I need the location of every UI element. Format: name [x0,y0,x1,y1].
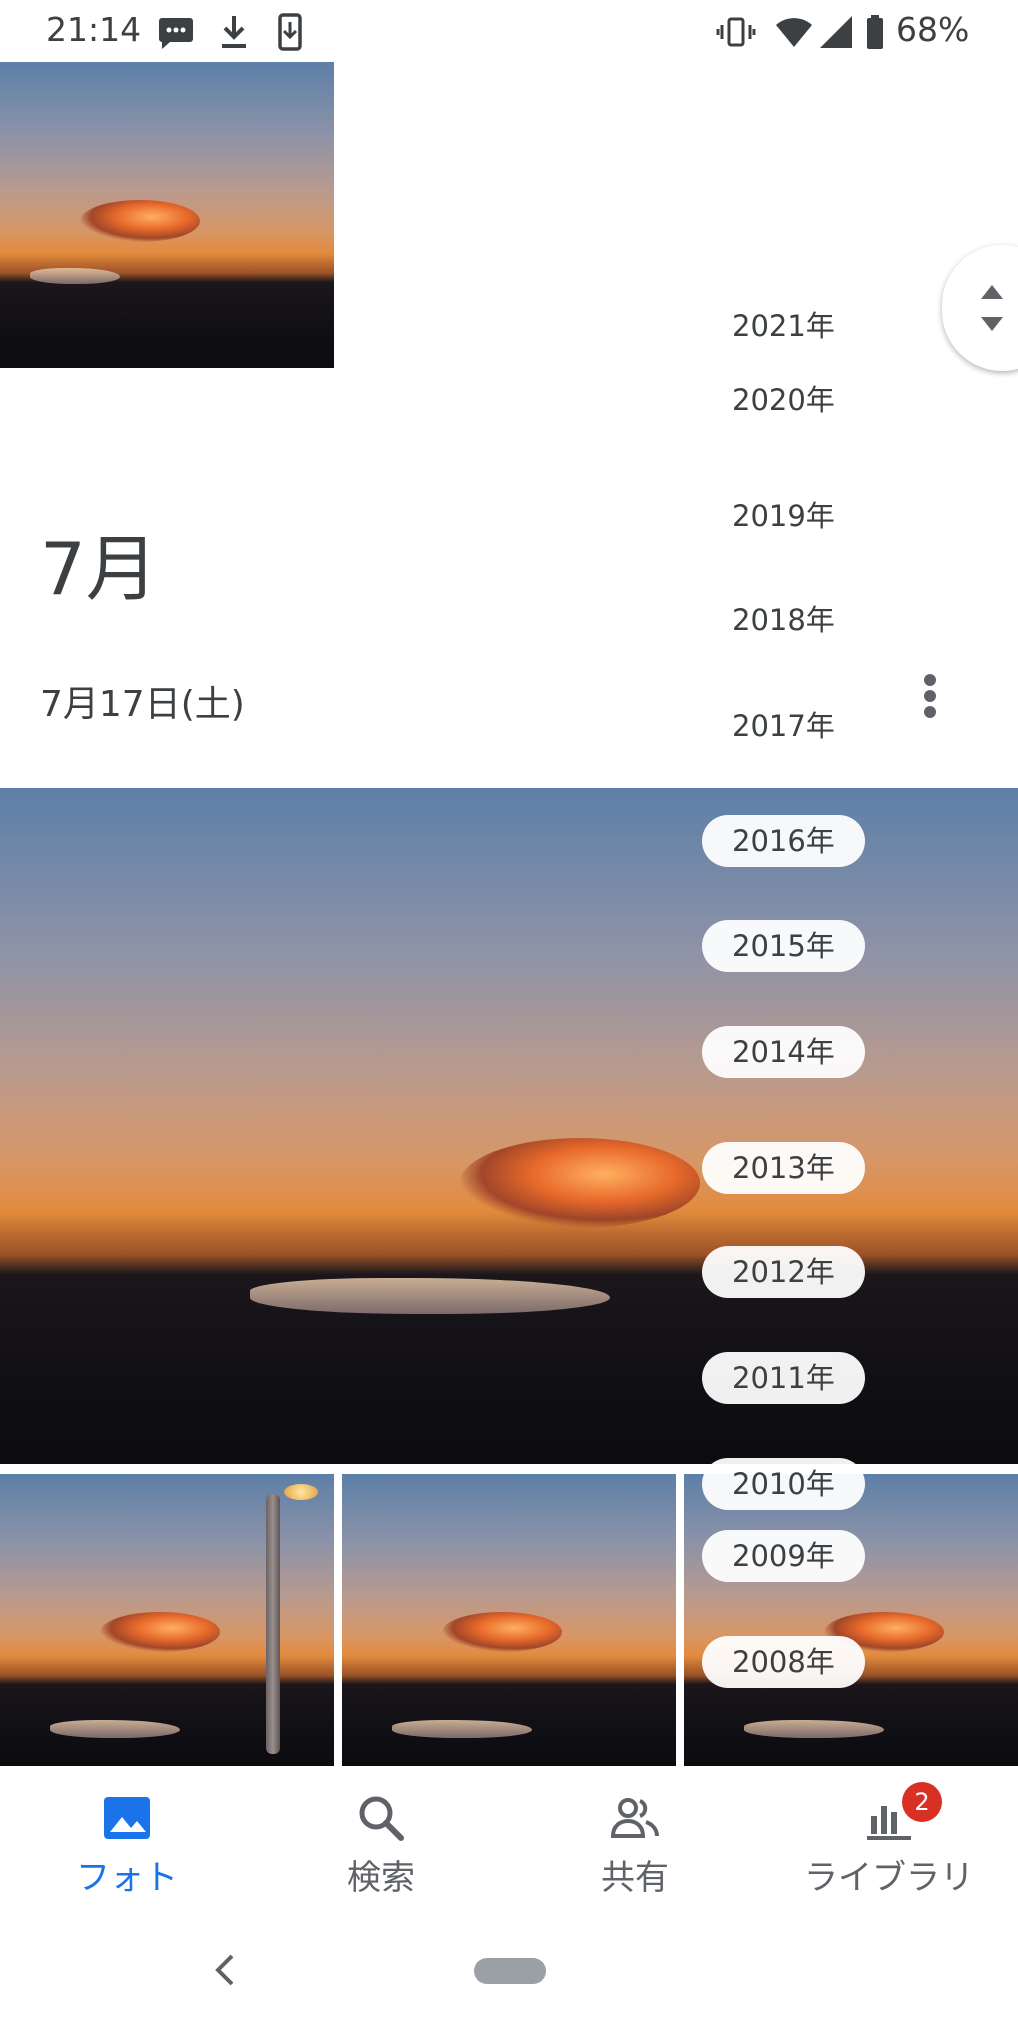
back-icon[interactable] [210,1950,240,1990]
photo-thumbnail[interactable] [342,1474,676,1766]
battery-percent: 68% [896,10,970,49]
nav-item-library[interactable]: 2 ライブラリ [762,1766,1016,1910]
photo-thumbnail[interactable] [0,1474,334,1766]
scroll-arrows-icon [981,285,1003,331]
date-heading: 7月17日(土) [40,684,245,725]
nav-label-library: ライブラリ [804,1858,974,1898]
photo-thumbnail[interactable] [684,1474,1018,1766]
library-badge: 2 [902,1782,942,1822]
home-pill[interactable] [474,1958,546,1984]
year-label-2016[interactable]: 2016年 [702,815,865,867]
people-icon [610,1798,659,1838]
year-label-2015[interactable]: 2015年 [702,920,865,972]
year-label-2017[interactable]: 2017年 [702,700,865,752]
nav-item-sharing[interactable]: 共有 [508,1766,762,1910]
year-label-2019[interactable]: 2019年 [702,490,865,542]
year-label-2011[interactable]: 2011年 [702,1352,865,1404]
photo-icon [104,1797,150,1839]
status-bar: 21:14 68% [0,0,1018,62]
battery-icon [867,15,883,49]
messages-icon [159,18,193,49]
year-label-2010[interactable]: 2010年 [702,1458,865,1510]
phone-download-icon [278,13,302,51]
year-label-2021[interactable]: 2021年 [702,300,865,352]
search-icon [359,1796,404,1841]
signal-icon [820,16,852,48]
download-icon [222,16,246,48]
system-nav-bar [0,1910,1018,2036]
more-options-icon[interactable] [910,666,950,726]
nav-item-photos[interactable]: フォト [0,1766,254,1910]
nav-label-photos: フォト [76,1858,178,1898]
nav-label-search: 検索 [347,1858,415,1898]
photo-thumbnail[interactable] [0,62,334,368]
vibrate-icon [716,17,756,47]
year-label-2012[interactable]: 2012年 [702,1246,865,1298]
scroll-handle[interactable] [942,245,1018,371]
year-label-2013[interactable]: 2013年 [702,1142,865,1194]
wifi-icon [776,18,812,47]
month-heading: 7月 [40,527,158,611]
photo-large[interactable] [0,788,1018,1464]
year-label-2014[interactable]: 2014年 [702,1026,865,1078]
year-label-2008[interactable]: 2008年 [702,1636,865,1688]
year-label-2018[interactable]: 2018年 [702,594,865,646]
nav-label-sharing: 共有 [601,1858,669,1898]
status-time: 21:14 [46,10,142,49]
bottom-nav: フォト 検索 共有 2 ライブラリ [0,1766,1018,1910]
nav-item-search[interactable]: 検索 [254,1766,508,1910]
year-label-2020[interactable]: 2020年 [702,374,865,426]
year-label-2009[interactable]: 2009年 [702,1530,865,1582]
